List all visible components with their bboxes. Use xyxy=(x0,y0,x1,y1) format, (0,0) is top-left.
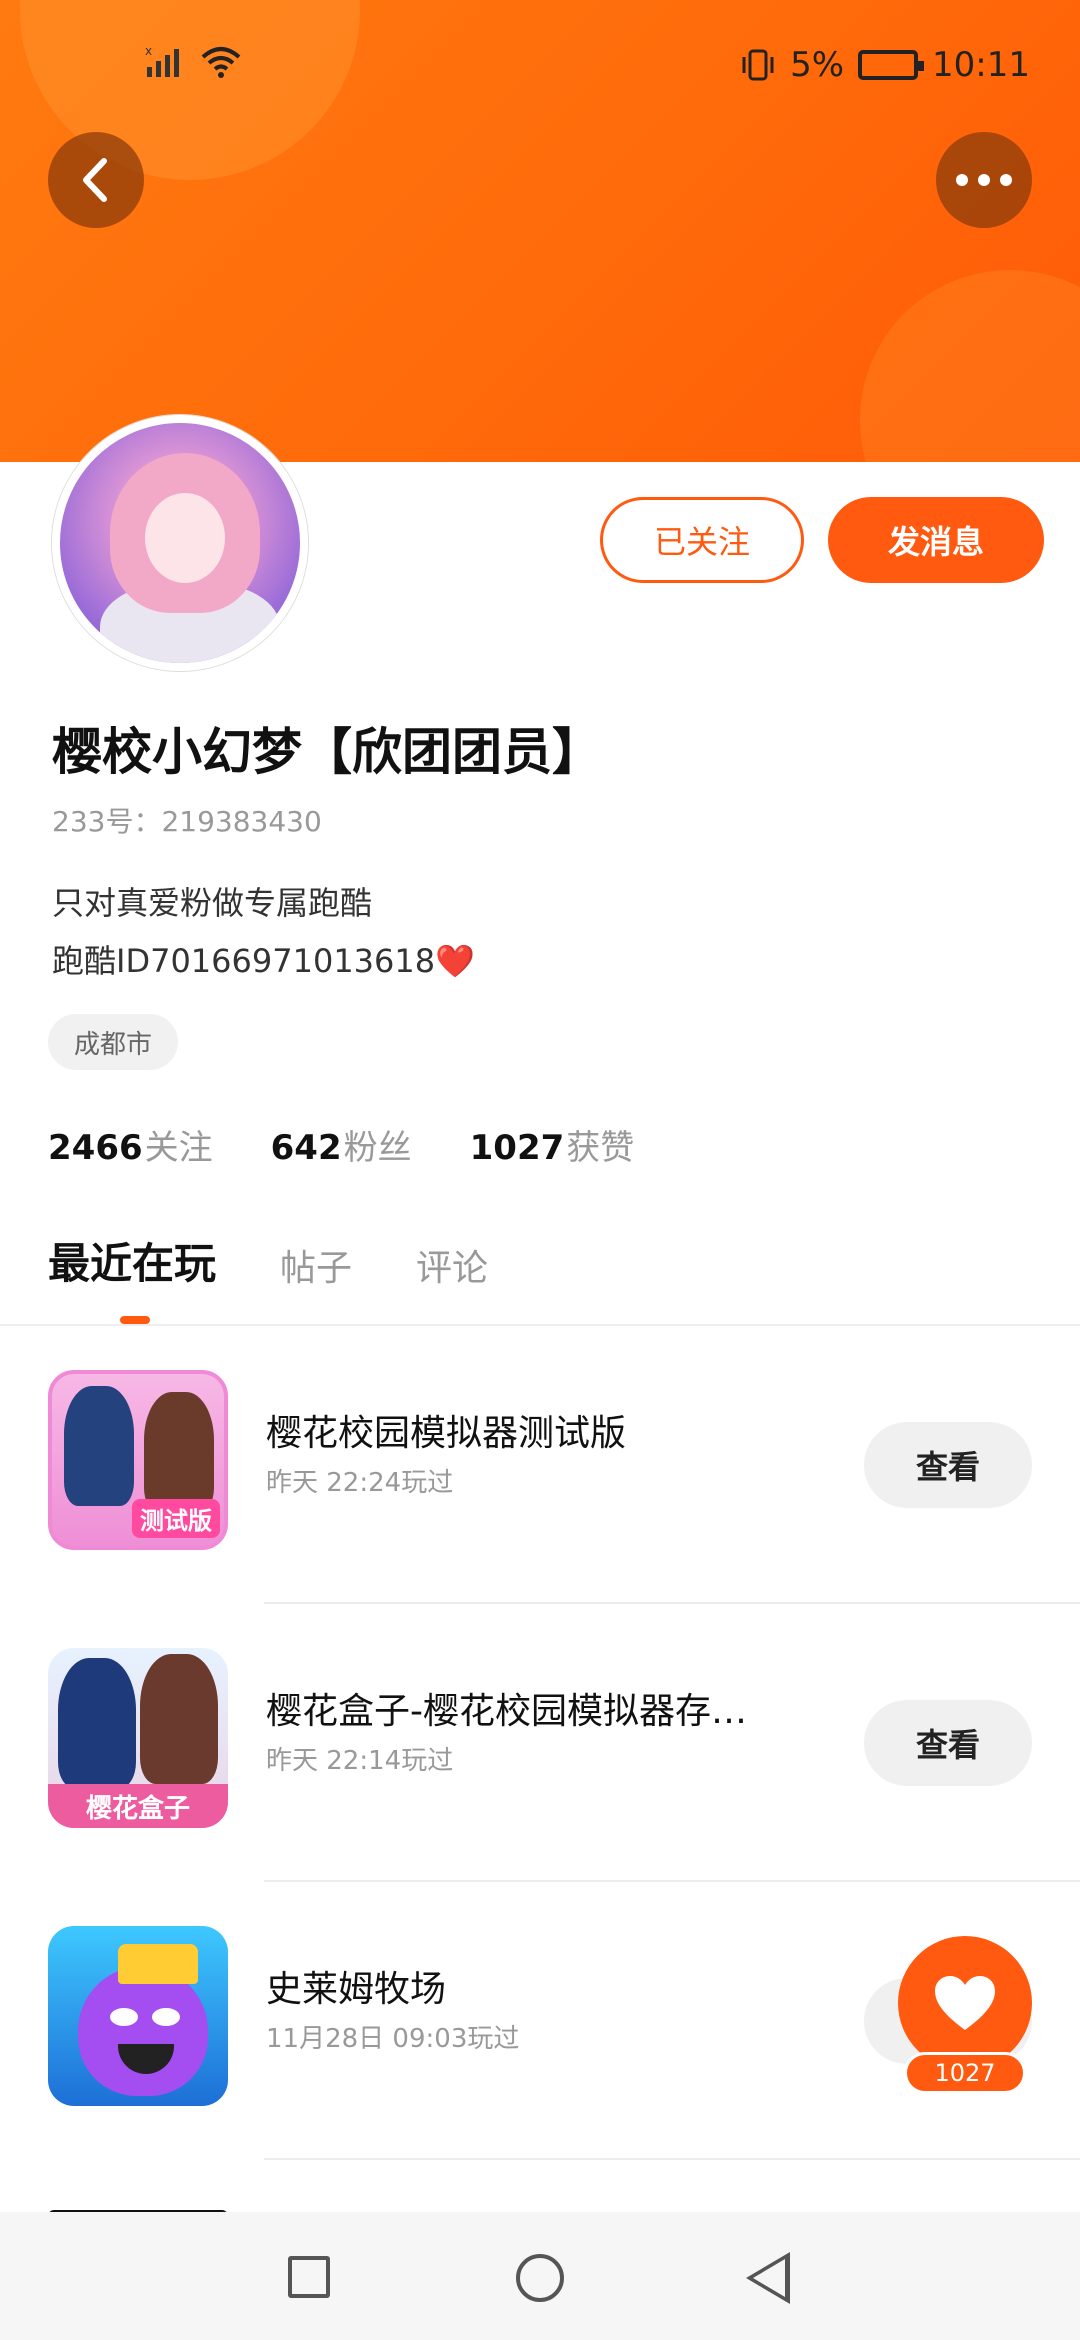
profile-tabs: 最近在玩 帖子 评论 xyxy=(48,1230,488,1291)
stat-label: 粉丝 xyxy=(343,1128,412,1168)
system-nav-bar xyxy=(0,2212,1080,2340)
game-icon: 樱花盒子 xyxy=(48,1648,228,1828)
username: 樱校小幻梦【欣团团员】 xyxy=(52,723,602,781)
stat-likes: 1027获赞 xyxy=(470,1120,635,1169)
game-title: 樱花盒子-樱花校园模拟器存… xyxy=(266,1691,747,1732)
avatar-face xyxy=(145,493,225,583)
game-icon xyxy=(48,1926,228,2106)
chevron-left-icon xyxy=(83,158,107,202)
battery-icon xyxy=(858,50,925,80)
signal-icon: x xyxy=(145,45,179,77)
last-played: 昨天 22:14玩过 xyxy=(266,1746,454,1776)
more-button[interactable] xyxy=(936,132,1032,228)
more-dots-icon xyxy=(956,174,1012,186)
icon-badge: 樱花盒子 xyxy=(48,1784,228,1828)
last-played: 昨天 22:24玩过 xyxy=(266,1468,454,1498)
stat-following[interactable]: 2466关注 xyxy=(48,1120,213,1169)
status-bar: x 5% 10:11 xyxy=(0,0,1080,130)
slime-eye xyxy=(110,2008,138,2026)
bio-line: 跑酷ID70166971013618❤️ xyxy=(52,942,475,980)
tab-indicator xyxy=(120,1316,150,1324)
tab-comments[interactable]: 评论 xyxy=(416,1239,488,1291)
slime-eye xyxy=(152,2008,180,2026)
send-message-button[interactable]: 发消息 xyxy=(828,497,1044,583)
last-played: 11月28日 09:03玩过 xyxy=(266,2024,520,2054)
divider xyxy=(264,2158,1080,2160)
character-figure xyxy=(64,1386,134,1506)
game-icon: 测试版 xyxy=(48,1370,228,1550)
avatar[interactable] xyxy=(52,415,308,671)
followed-button[interactable]: 已关注 xyxy=(600,497,804,583)
home-icon[interactable] xyxy=(516,2254,564,2302)
stat-number: 2466 xyxy=(48,1128,143,1168)
view-button[interactable]: 查看 xyxy=(864,1700,1032,1786)
profile-stats: 2466关注 642粉丝 1027获赞 xyxy=(48,1120,634,1169)
status-left: x xyxy=(145,45,243,79)
character-figure xyxy=(58,1658,136,1788)
stat-label: 获赞 xyxy=(566,1128,635,1168)
tab-posts[interactable]: 帖子 xyxy=(280,1239,352,1291)
stat-number: 1027 xyxy=(469,1128,565,1168)
like-count: 1027 xyxy=(904,2052,1026,2094)
back-triangle-icon[interactable] xyxy=(746,2252,790,2304)
bio: 只对真爱粉做专属跑酷 跑酷ID70166971013618❤️ xyxy=(52,874,475,990)
list-item[interactable]: 测试版 樱花校园模拟器测试版 昨天 22:24玩过 查看 xyxy=(0,1326,1080,1604)
wifi-icon xyxy=(201,47,241,78)
character-figure xyxy=(144,1392,214,1512)
slime-figure xyxy=(78,1966,208,2096)
stat-followers[interactable]: 642粉丝 xyxy=(271,1120,412,1169)
clock: 10:11 xyxy=(932,45,1030,85)
battery-percent: 5% xyxy=(790,45,845,85)
banner-decoration xyxy=(860,270,1080,462)
status-right: 5% 10:11 xyxy=(740,45,1030,85)
game-title: 樱花校园模拟器测试版 xyxy=(266,1413,627,1454)
character-figure xyxy=(140,1654,218,1784)
list-item[interactable]: 樱花盒子 樱花盒子-樱花校园模拟器存… 昨天 22:14玩过 查看 xyxy=(0,1604,1080,1882)
vibrate-icon xyxy=(742,49,774,81)
user-id: 233号：219383430 xyxy=(52,805,322,838)
stat-number: 642 xyxy=(270,1128,342,1168)
tab-recent[interactable]: 最近在玩 xyxy=(48,1230,216,1291)
location-tag: 成都市 xyxy=(48,1014,179,1070)
stat-label: 关注 xyxy=(144,1128,213,1168)
like-button[interactable] xyxy=(898,1936,1032,2070)
recent-apps-icon[interactable] xyxy=(288,2256,330,2298)
crown-icon xyxy=(118,1944,198,1984)
heart-icon xyxy=(935,1976,995,2030)
svg-text:x: x xyxy=(145,45,152,58)
bio-line: 只对真爱粉做专属跑酷 xyxy=(52,884,373,922)
icon-badge: 测试版 xyxy=(132,1499,220,1538)
back-button[interactable] xyxy=(48,132,144,228)
view-button[interactable]: 查看 xyxy=(864,1422,1032,1508)
game-title: 史莱姆牧场 xyxy=(266,1969,447,2010)
